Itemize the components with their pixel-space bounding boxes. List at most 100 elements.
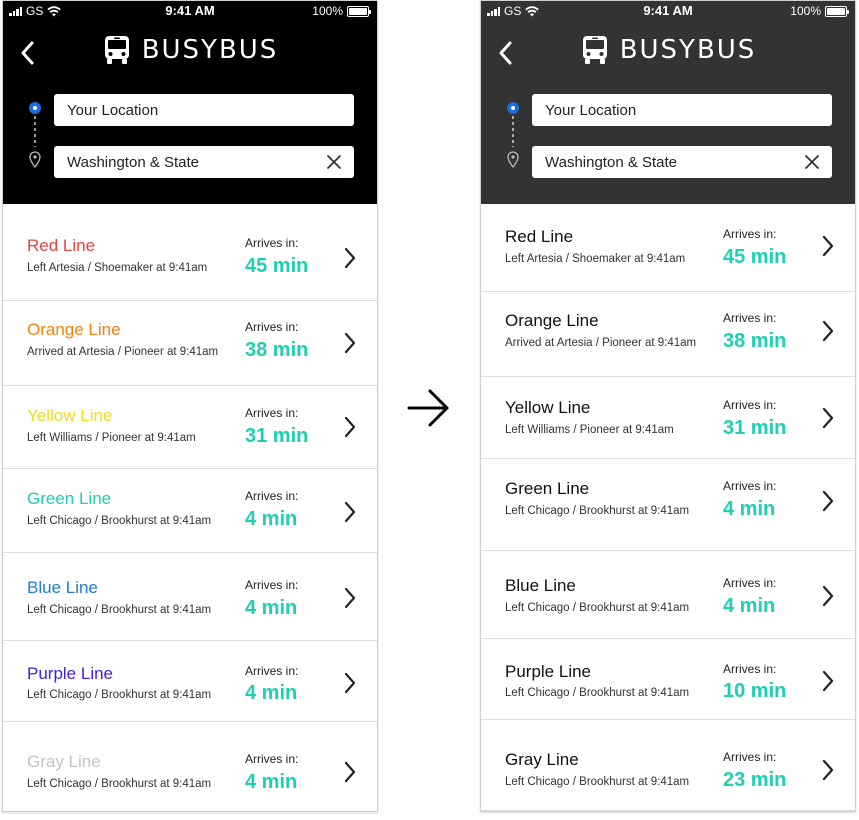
line-name: Purple Line [505, 662, 592, 681]
origin-input-value: Your Location [545, 101, 637, 119]
arrival-time: 38 min [245, 339, 309, 361]
battery-percent: 100% [790, 4, 821, 18]
arrival-time: 4 min [245, 508, 298, 530]
arrives-label: Arrives in: [245, 236, 299, 250]
line-status: Left Chicago / Brookhurst at 9:41am [27, 515, 212, 527]
list-item-green-line[interactable]: Green Line Left Chicago / Brookhurst at … [481, 459, 855, 551]
arrives-label: Arrives in: [245, 320, 299, 334]
arrival-time: 4 min [723, 595, 776, 617]
bus-line-list: Red Line Left Artesia / Shoemaker at 9:4… [481, 204, 855, 811]
list-item-gray-line[interactable]: Gray Line Left Chicago / Brookhurst at 9… [481, 720, 855, 811]
arrives-label: Arrives in: [245, 578, 299, 592]
battery-percent: 100% [312, 4, 343, 18]
status-bar: GS 9:41 AM 100% [3, 1, 377, 21]
list-item-orange-line[interactable]: Orange Line Arrived at Artesia / Pioneer… [3, 301, 377, 386]
line-status: Arrived at Artesia / Pioneer at 9:41am [27, 346, 219, 358]
list-item-blue-line[interactable]: Blue Line Left Chicago / Brookhurst at 9… [481, 551, 855, 639]
destination-input[interactable]: Washington & State [532, 146, 832, 178]
brand-name: BUSYBUS [141, 35, 279, 65]
arrival-time: 10 min [723, 680, 787, 702]
battery-icon [347, 5, 371, 17]
line-status: Left Chicago / Brookhurst at 9:41am [505, 602, 690, 614]
arrives-label: Arrives in: [723, 398, 777, 412]
chevron-right-icon [344, 247, 356, 269]
list-item-green-line[interactable]: Green Line Left Chicago / Brookhurst at … [3, 469, 377, 553]
list-item-yellow-line[interactable]: Yellow Line Left Williams / Pioneer at 9… [481, 377, 855, 459]
arrival-time: 4 min [723, 498, 776, 520]
list-item-red-line[interactable]: Red Line Left Artesia / Shoemaker at 9:4… [481, 204, 855, 292]
list-item-yellow-line[interactable]: Yellow Line Left Williams / Pioneer at 9… [3, 386, 377, 469]
line-name: Red Line [27, 236, 96, 255]
chevron-right-icon [344, 672, 356, 694]
arrow-right-icon [407, 389, 449, 427]
arrives-label: Arrives in: [723, 750, 777, 764]
arrives-label: Arrives in: [245, 664, 299, 678]
brand-logo: BUSYBUS [481, 35, 855, 65]
chevron-right-icon [344, 761, 356, 783]
line-name: Purple Line [27, 664, 114, 683]
origin-input-value: Your Location [67, 101, 159, 119]
clear-icon[interactable] [326, 154, 342, 170]
line-status: Left Williams / Pioneer at 9:41am [27, 432, 196, 444]
chevron-right-icon [344, 332, 356, 354]
arrives-label: Arrives in: [723, 662, 777, 676]
clear-icon[interactable] [804, 154, 820, 170]
app-header: GS 9:41 AM 100% BUSYBUS Your Location Wa… [481, 1, 855, 204]
origin-input[interactable]: Your Location [532, 94, 832, 126]
chevron-right-icon [822, 670, 834, 692]
destination-input[interactable]: Washington & State [54, 146, 354, 178]
bus-icon [104, 36, 129, 64]
chevron-right-icon [822, 320, 834, 342]
line-name: Gray Line [505, 750, 579, 769]
chevron-right-icon [822, 407, 834, 429]
line-name: Red Line [505, 227, 574, 246]
list-item-red-line[interactable]: Red Line Left Artesia / Shoemaker at 9:4… [3, 204, 377, 301]
arrival-time: 4 min [245, 682, 298, 704]
arrival-time: 45 min [245, 255, 309, 277]
line-name: Orange Line [505, 311, 599, 330]
arrival-time: 38 min [723, 330, 787, 352]
status-bar: GS 9:41 AM 100% [481, 1, 855, 21]
line-status: Left Chicago / Brookhurst at 9:41am [505, 776, 690, 788]
line-name: Orange Line [27, 320, 121, 339]
list-item-gray-line[interactable]: Gray Line Left Chicago / Brookhurst at 9… [3, 722, 377, 811]
line-name: Green Line [27, 489, 112, 508]
chevron-right-icon [822, 490, 834, 512]
line-name: Blue Line [27, 578, 98, 597]
arrival-time: 4 min [245, 771, 298, 793]
arrival-time: 31 min [723, 417, 787, 439]
destination-input-value: Washington & State [67, 153, 200, 171]
chevron-right-icon [344, 587, 356, 609]
line-status: Left Artesia / Shoemaker at 9:41am [505, 253, 686, 265]
line-status: Left Chicago / Brookhurst at 9:41am [27, 604, 212, 616]
brand-name: BUSYBUS [619, 35, 757, 65]
brand-logo: BUSYBUS [3, 35, 377, 65]
chevron-right-icon [822, 759, 834, 781]
line-status: Left Chicago / Brookhurst at 9:41am [27, 689, 212, 701]
chevron-right-icon [344, 501, 356, 523]
list-item-orange-line[interactable]: Orange Line Arrived at Artesia / Pioneer… [481, 292, 855, 377]
arrives-label: Arrives in: [723, 311, 777, 325]
list-item-blue-line[interactable]: Blue Line Left Chicago / Brookhurst at 9… [3, 553, 377, 641]
arrives-label: Arrives in: [245, 406, 299, 420]
battery-icon [825, 5, 849, 17]
list-item-purple-line[interactable]: Purple Line Left Chicago / Brookhurst at… [481, 639, 855, 720]
line-status: Left Chicago / Brookhurst at 9:41am [505, 687, 690, 699]
line-name: Yellow Line [27, 406, 113, 425]
chevron-right-icon [822, 585, 834, 607]
route-connector [29, 102, 41, 169]
arrival-time: 45 min [723, 246, 787, 268]
list-item-purple-line[interactable]: Purple Line Left Chicago / Brookhurst at… [3, 641, 377, 722]
phone-screen-before: GS 9:41 AM 100% BUSYBUS Your Location Wa… [2, 0, 378, 812]
line-name: Gray Line [27, 752, 101, 771]
line-name: Yellow Line [505, 398, 591, 417]
line-status: Left Williams / Pioneer at 9:41am [505, 424, 674, 436]
arrives-label: Arrives in: [245, 752, 299, 766]
chevron-right-icon [344, 416, 356, 438]
line-status: Arrived at Artesia / Pioneer at 9:41am [505, 337, 697, 349]
origin-input[interactable]: Your Location [54, 94, 354, 126]
arrives-label: Arrives in: [245, 489, 299, 503]
line-name: Blue Line [505, 576, 576, 595]
destination-input-value: Washington & State [545, 153, 678, 171]
line-status: Left Chicago / Brookhurst at 9:41am [505, 505, 690, 517]
